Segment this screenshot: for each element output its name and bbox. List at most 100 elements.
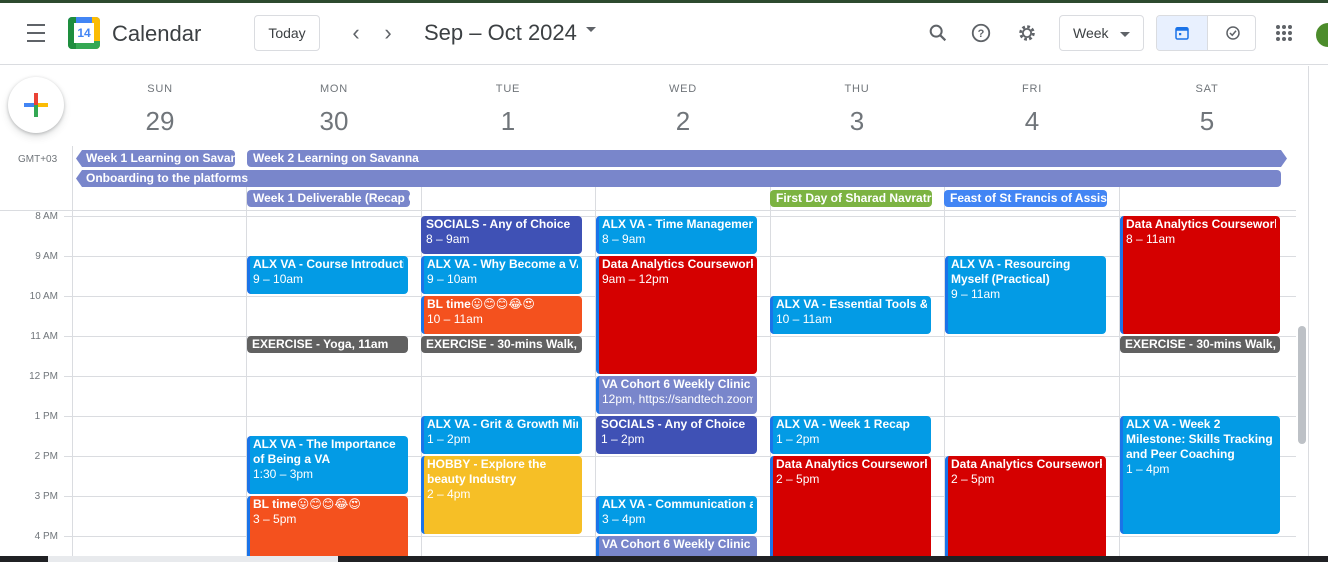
- day-number[interactable]: 5: [1120, 106, 1294, 137]
- day-of-week: WED: [668, 83, 698, 95]
- time-grid[interactable]: 8 AM 9 AM 10 AM 11 AM 12 PM 1 PM 2 PM 3 …: [0, 210, 1296, 556]
- event-title: ALX VA - Week 2 Milestone: Skills Tracki…: [1126, 417, 1273, 461]
- event-title: BL time😛😊😊😂😍: [427, 297, 535, 311]
- calendar-event[interactable]: EXERCISE - Yoga, 11am: [247, 336, 408, 353]
- calendar-tasks-toggle: [1156, 15, 1256, 51]
- today-button[interactable]: Today: [254, 15, 320, 51]
- calendar-event[interactable]: Data Analytics Coursework 8 – 11am: [1120, 216, 1280, 334]
- chevron-down-icon[interactable]: [586, 27, 596, 32]
- hour-label: 11 AM: [30, 331, 58, 342]
- event-time: 1 – 2pm: [427, 432, 471, 446]
- all-day-event[interactable]: First Day of Sharad Navratri: [770, 190, 932, 207]
- calendar-event[interactable]: VA Cohort 6 Weekly Clinic - S: [596, 536, 757, 556]
- all-day-event[interactable]: Week 1 Deliverable (Recap Q: [247, 190, 410, 207]
- app-title[interactable]: Calendar: [112, 21, 201, 47]
- all-day-event[interactable]: Feast of St Francis of Assisi: [944, 190, 1107, 207]
- event-time: 8 – 11am: [1126, 232, 1176, 246]
- day-of-week: MON: [319, 83, 349, 95]
- event-time: 12pm, https://sandtech.zoom: [602, 392, 753, 406]
- event-time: 1 – 4pm: [1126, 462, 1170, 476]
- help-icon[interactable]: ?: [969, 21, 993, 45]
- calendar-event[interactable]: ALX VA - Course Introductio 9 – 10am: [247, 256, 408, 294]
- create-button[interactable]: [8, 77, 64, 133]
- calendar-event[interactable]: ALX VA - Time Management & 8 – 9am: [596, 216, 757, 254]
- day-header-fri[interactable]: FRI 4: [945, 66, 1119, 146]
- view-selector[interactable]: Week: [1059, 15, 1144, 51]
- day-number[interactable]: 2: [596, 106, 770, 137]
- calendar-event[interactable]: VA Cohort 6 Weekly Clinic - F 12pm, http…: [596, 376, 757, 414]
- event-title: ALX VA - Week 1 Recap: [776, 417, 910, 431]
- event-time: 9 – 10am: [253, 272, 304, 286]
- all-day-event[interactable]: Onboarding to the platforms: [76, 170, 1281, 187]
- tasks-view-icon[interactable]: [1207, 16, 1255, 50]
- calendar-event[interactable]: SOCIALS - Any of Choice 1 – 2pm: [596, 416, 757, 454]
- calendar-event[interactable]: ALX VA - Grit & Growth Minds 1 – 2pm: [421, 416, 582, 454]
- date-range-title[interactable]: Sep – Oct 2024: [424, 20, 577, 46]
- event-time: 2 – 5pm: [776, 472, 820, 486]
- event-title: Data Analytics Coursework: [951, 457, 1102, 471]
- event-title: Data Analytics Coursework: [776, 457, 927, 471]
- logo-day: 14: [74, 23, 94, 43]
- event-time: 10 – 11am: [776, 312, 832, 326]
- event-time: 3 – 5pm: [253, 512, 297, 526]
- menu-icon[interactable]: [24, 21, 48, 45]
- calendar-event[interactable]: ALX VA - Communication as a 3 – 4pm: [596, 496, 757, 534]
- view-selector-label: Week: [1073, 25, 1109, 41]
- event-title: SOCIALS - Any of Choice: [601, 417, 746, 431]
- event-title: VA Cohort 6 Weekly Clinic - F: [602, 377, 753, 391]
- day-header-tue[interactable]: TUE 1: [421, 66, 595, 146]
- event-title: ALX VA - Time Management &: [602, 217, 753, 231]
- day-header-sun[interactable]: SUN 29: [73, 66, 247, 146]
- scrollbar-thumb[interactable]: [1298, 326, 1306, 444]
- hour-label: 1 PM: [34, 411, 58, 422]
- day-number[interactable]: 3: [770, 106, 944, 137]
- day-header-mon[interactable]: MON 30: [247, 66, 421, 146]
- day-header-thu[interactable]: THU 3: [770, 66, 944, 146]
- calendar-event[interactable]: ALX VA - Resourcing Myself (Practical) 9…: [945, 256, 1106, 334]
- event-time: 9am – 12pm: [602, 272, 669, 286]
- search-icon[interactable]: [926, 21, 950, 45]
- event-title: EXERCISE - 30-mins Walk, 11: [426, 337, 578, 351]
- all-day-event[interactable]: Week 1 Learning on Savanr: [76, 150, 235, 167]
- calendar-view-icon[interactable]: [1157, 16, 1207, 50]
- event-time: 9 – 10am: [427, 272, 478, 286]
- calendar-event[interactable]: SOCIALS - Any of Choice 8 – 9am: [421, 216, 582, 254]
- day-header-sat[interactable]: SAT 5: [1120, 66, 1294, 146]
- calendar-event[interactable]: ALX VA - Week 1 Recap 1 – 2pm: [770, 416, 931, 454]
- calendar-event[interactable]: BL time😛😊😊😂😍 10 – 11am: [421, 296, 582, 334]
- avatar[interactable]: [1316, 23, 1328, 47]
- calendar-event[interactable]: ALX VA - The Importance of Being a VA 1:…: [247, 436, 408, 494]
- previous-week-button[interactable]: ‹: [344, 20, 368, 45]
- hour-label: 3 PM: [34, 491, 58, 502]
- calendar-event[interactable]: EXERCISE - 30-mins Walk, 11: [421, 336, 582, 353]
- calendar-event[interactable]: ALX VA - Why Become a VA 9 – 10am: [421, 256, 582, 294]
- taskbar-strip: [0, 556, 1328, 562]
- day-number[interactable]: 4: [945, 106, 1119, 137]
- calendar-event[interactable]: BL time😛😊😊😂😍 3 – 5pm: [247, 496, 408, 556]
- day-of-week: SAT: [1195, 83, 1219, 95]
- calendar-event[interactable]: Data Analytics Coursework 2 – 5pm: [770, 456, 931, 556]
- day-of-week: TUE: [495, 83, 521, 95]
- apps-grid-icon[interactable]: [1272, 21, 1296, 45]
- calendar-logo[interactable]: 14: [68, 17, 100, 49]
- calendar-event[interactable]: Data Analytics Coursework 2 – 5pm: [945, 456, 1106, 556]
- day-header-wed[interactable]: WED 2: [596, 66, 770, 146]
- calendar-event[interactable]: EXERCISE - 30-mins Walk, 11: [1120, 336, 1280, 353]
- day-number[interactable]: 30: [247, 106, 421, 137]
- day-number[interactable]: 29: [73, 106, 247, 137]
- event-title: SOCIALS - Any of Choice: [426, 217, 571, 231]
- calendar-event[interactable]: ALX VA - Week 2 Milestone: Skills Tracki…: [1120, 416, 1280, 534]
- day-number[interactable]: 1: [421, 106, 595, 137]
- all-day-event[interactable]: Week 2 Learning on Savanna: [247, 150, 1287, 167]
- next-week-button[interactable]: ›: [376, 20, 400, 45]
- horizontal-scrollbar[interactable]: [48, 556, 338, 562]
- top-app-bar: 14 Calendar Today ‹ › Sep – Oct 2024 ? W…: [0, 3, 1328, 65]
- calendar-event[interactable]: HOBBY - Explore the beauty Industry 2 – …: [421, 456, 582, 534]
- event-title: ALX VA - Why Become a VA: [427, 257, 578, 271]
- event-title: EXERCISE - Yoga, 11am: [252, 337, 389, 351]
- calendar-event[interactable]: ALX VA - Essential Tools & Re 10 – 11am: [770, 296, 931, 334]
- settings-icon[interactable]: [1015, 21, 1039, 45]
- calendar-event[interactable]: Data Analytics Coursework 9am – 12pm: [596, 256, 757, 374]
- day-of-week: THU: [844, 83, 870, 95]
- event-title: HOBBY - Explore the beauty Industry: [427, 457, 547, 486]
